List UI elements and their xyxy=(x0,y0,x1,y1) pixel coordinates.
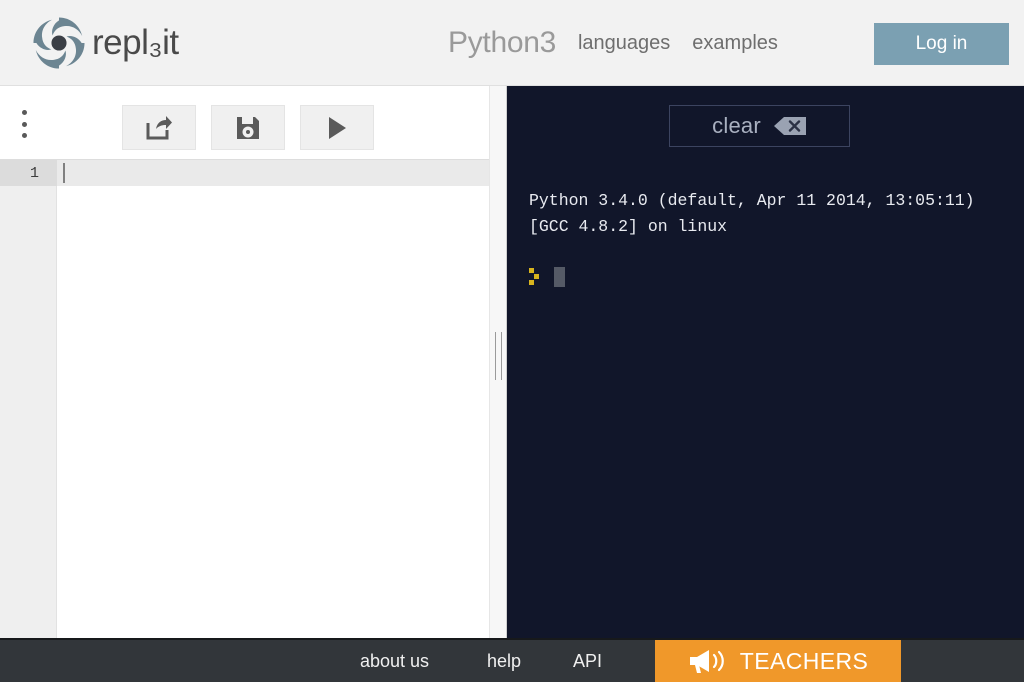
console-prompt-row[interactable] xyxy=(529,266,565,288)
splitter-grip-icon xyxy=(495,332,502,380)
teachers-label: TEACHERS xyxy=(739,647,869,674)
clear-console-label: clear xyxy=(712,113,761,138)
console-pane: clear Python 3.4.0 (default, Apr 11 2014… xyxy=(507,86,1024,638)
editor-pane: 1 xyxy=(0,86,489,638)
site-header: repl₃it Python3 languages examples Log i… xyxy=(0,0,1024,86)
run-button[interactable] xyxy=(300,105,374,150)
yellow-chevron-prompt-icon xyxy=(529,268,539,285)
nav-link-examples[interactable]: examples xyxy=(692,32,778,55)
line-number-gutter: 1 xyxy=(0,160,57,638)
footer-link-about-us[interactable]: about us xyxy=(360,640,429,682)
clear-console-button[interactable]: clear xyxy=(669,105,850,147)
share-export-icon xyxy=(146,115,172,139)
replit-spiral-logo-icon xyxy=(33,17,85,69)
main-nav: Python3 languages examples xyxy=(448,0,778,86)
megaphone-icon xyxy=(689,650,724,673)
footer-link-help[interactable]: help xyxy=(487,640,521,682)
editor-toolbar xyxy=(0,86,489,160)
teachers-banner-button[interactable]: TEACHERS xyxy=(655,640,901,682)
three-dots-vertical-icon[interactable] xyxy=(16,110,32,138)
console-caret xyxy=(554,267,565,287)
current-language-label: Python3 xyxy=(448,26,556,59)
site-footer: about us help API TEACHERS xyxy=(0,638,1024,682)
pane-splitter[interactable] xyxy=(489,86,507,638)
code-editor-input[interactable] xyxy=(57,160,489,638)
nav-link-languages[interactable]: languages xyxy=(578,32,670,55)
play-run-icon xyxy=(329,116,346,139)
log-in-button[interactable]: Log in xyxy=(874,23,1009,65)
footer-link-api[interactable]: API xyxy=(573,640,602,682)
text-caret xyxy=(63,163,65,183)
active-line-highlight xyxy=(57,160,489,186)
brand-name: repl₃it xyxy=(92,23,179,62)
floppy-disk-save-icon xyxy=(237,116,259,139)
brand-logo[interactable]: repl₃it xyxy=(30,12,179,74)
workspace: 1 clear Python 3.4.0 (default, Apr 11 20… xyxy=(0,86,1024,638)
share-button[interactable] xyxy=(122,105,196,150)
line-number-1: 1 xyxy=(0,160,57,186)
save-button[interactable] xyxy=(211,105,285,150)
backspace-delete-icon xyxy=(773,117,806,135)
console-output-text: Python 3.4.0 (default, Apr 11 2014, 13:0… xyxy=(529,191,975,236)
